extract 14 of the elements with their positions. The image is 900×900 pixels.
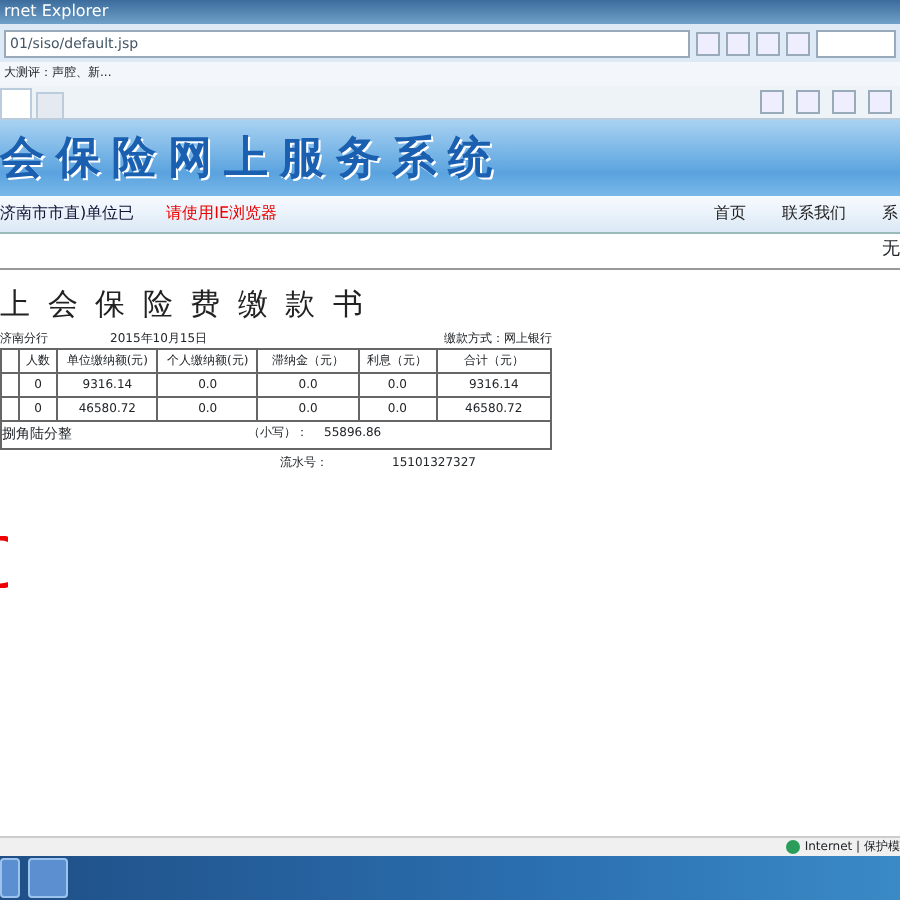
document-title: 上 会 保 险 费 缴 款 书 (0, 284, 369, 326)
browser-notice: 请使用IE浏览器 (166, 202, 278, 226)
nav-link[interactable]: 首页 (714, 202, 746, 226)
status-text: 无 (882, 237, 900, 264)
nav-link[interactable]: 系 (882, 202, 898, 226)
banner-title: 会保险网上服务系统 (0, 131, 504, 187)
new-tab[interactable] (36, 92, 64, 118)
browser-tab[interactable] (0, 88, 32, 118)
unit-label: 济南市市直)单位已 (0, 202, 137, 226)
taskbar-icon[interactable] (0, 858, 20, 898)
nav-link[interactable]: 联系我们 (782, 202, 846, 226)
taskbar-icon[interactable] (28, 858, 68, 898)
window-title: rnet Explorer (0, 0, 900, 24)
search-field[interactable] (816, 29, 896, 57)
